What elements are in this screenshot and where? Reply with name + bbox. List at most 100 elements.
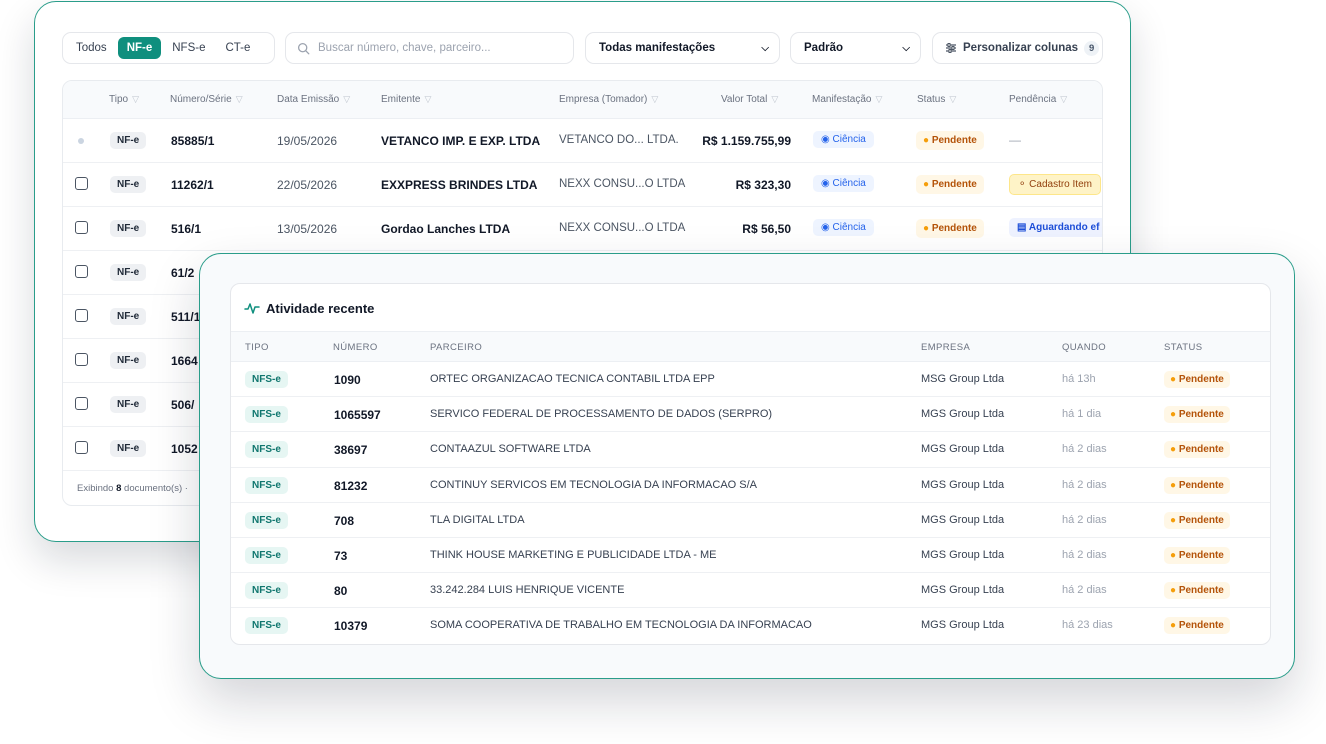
col-data[interactable]: Data Emissão ▽ xyxy=(277,94,350,105)
col-parceiro: PARCEIRO xyxy=(430,342,483,353)
empresa: NEXX CONSU...O LTDA xyxy=(559,178,686,190)
quando: há 23 dias xyxy=(1062,619,1113,632)
view-select[interactable]: Padrão ⌵ xyxy=(790,32,921,64)
col-emitente[interactable]: Emitente ▽ xyxy=(381,94,431,105)
filter-icon: ▽ xyxy=(424,94,432,104)
col-manifestacao[interactable]: Manifestação ▽ xyxy=(812,94,882,105)
filter-nfe[interactable]: NF-e xyxy=(117,37,162,59)
activity-row[interactable]: NFS-e 1065597 SERVICO FEDERAL DE PROCESS… xyxy=(231,397,1270,433)
customize-columns-label: Personalizar colunas xyxy=(963,42,1079,54)
row-checkbox[interactable] xyxy=(75,221,88,234)
activity-row[interactable]: NFS-e 10379 SOMA COOPERATIVA DE TRABALHO… xyxy=(231,608,1270,643)
col-tipo[interactable]: Tipo ▽ xyxy=(109,94,139,105)
columns-count-badge: 9 xyxy=(1084,40,1100,56)
numero: 506/ xyxy=(171,398,195,412)
empresa: MGS Group Ltda xyxy=(921,513,1005,526)
search-input[interactable] xyxy=(318,42,558,54)
activity-row[interactable]: NFS-e 708 TLA DIGITAL LTDA MGS Group Ltd… xyxy=(231,503,1270,538)
row-checkbox[interactable] xyxy=(75,309,88,322)
parceiro: SOMA COOPERATIVA DE TRABALHO EM TECNOLOG… xyxy=(430,619,812,632)
manifestacao-select-value: Todas manifestações xyxy=(599,42,716,54)
col-pendencia[interactable]: Pendência ▽ xyxy=(1009,94,1067,105)
table-row[interactable]: NF-e 85885/1 19/05/2026 VETANCO IMP. E E… xyxy=(63,119,1102,163)
row-checkbox[interactable] xyxy=(75,353,88,366)
filter-icon: ▽ xyxy=(771,94,779,104)
activity-row[interactable]: NFS-e 38697 CONTAAZUL SOFTWARE LTDA MGS … xyxy=(231,432,1270,468)
chevron-down-icon: ⌵ xyxy=(761,42,769,54)
numero: 61/2 xyxy=(171,266,195,280)
tipo-badge: NF-e xyxy=(110,308,147,325)
col-numero: NÚMERO xyxy=(333,342,378,353)
eye-icon: ◉ xyxy=(821,134,830,145)
tipo-badge: NFS-e xyxy=(245,441,288,459)
manifestacao-badge: ◉ Ciência xyxy=(813,219,874,236)
numero: 73 xyxy=(334,548,348,563)
numero: 708 xyxy=(334,513,355,528)
tipo-badge: NFS-e xyxy=(245,406,288,424)
activity-header: Atividade recente xyxy=(231,284,1270,332)
empresa: MSG Group Ltda xyxy=(921,373,1005,385)
activity-row[interactable]: NFS-e 80 33.242.284 LUIS HENRIQUE VICENT… xyxy=(231,573,1270,609)
empresa: MGS Group Ltda xyxy=(921,443,1005,456)
col-status: STATUS xyxy=(1164,342,1203,353)
empresa: NEXX CONSU...O LTDA xyxy=(559,222,686,234)
table-row[interactable]: NF-e 11262/1 22/05/2026 EXXPRESS BRINDES… xyxy=(63,163,1102,207)
row-checkbox[interactable] xyxy=(75,441,88,454)
activity-panel: Atividade recente TIPO NÚMERO PARCEIRO E… xyxy=(230,283,1271,645)
row-checkbox[interactable] xyxy=(75,265,88,278)
col-empresa[interactable]: Empresa (Tomador) ▽ xyxy=(559,94,658,105)
manifestacao-badge: ◉ Ciência xyxy=(813,175,874,192)
col-valor[interactable]: Valor Total ▽ xyxy=(721,94,778,105)
empresa: MGS Group Ltda xyxy=(921,408,1005,421)
tipo-badge: NFS-e xyxy=(245,511,288,529)
row-indicator xyxy=(78,138,84,144)
filter-icon: ▽ xyxy=(132,94,140,104)
view-select-value: Padrão xyxy=(804,42,843,54)
table-header: Tipo ▽ Número/Série ▽ Data Emissão ▽ Emiten… xyxy=(63,81,1102,119)
row-checkbox[interactable] xyxy=(75,177,88,190)
empresa: MGS Group Ltda xyxy=(921,619,1005,632)
activity-pulse-icon xyxy=(244,303,260,314)
empresa: MGS Group Ltda xyxy=(921,584,1005,597)
status-badge: ● Pendente xyxy=(1164,441,1230,459)
manifestacao-select[interactable]: Todas manifestações ⌵ xyxy=(585,32,780,64)
customize-columns-button[interactable]: Personalizar colunas 9 xyxy=(932,32,1103,64)
numero: 81232 xyxy=(334,478,368,493)
filter-nfse[interactable]: NFS-e xyxy=(163,37,214,59)
filter-todos[interactable]: Todos xyxy=(67,37,116,59)
status-badge: ● Pendente xyxy=(916,219,984,238)
parceiro: 33.242.284 LUIS HENRIQUE VICENTE xyxy=(430,584,625,597)
emitente: EXXPRESS BRINDES LTDA xyxy=(381,178,538,192)
pendencia-badge: ⚬ Cadastro Item xyxy=(1009,174,1101,195)
status-badge: ● Pendente xyxy=(1164,476,1230,494)
status-badge: ● Pendente xyxy=(916,175,984,194)
col-numero[interactable]: Número/Série ▽ xyxy=(170,94,243,105)
activity-row[interactable]: NFS-e 73 THINK HOUSE MARKETING E PUBLICI… xyxy=(231,538,1270,574)
status-badge: ● Pendente xyxy=(1164,546,1230,564)
tipo-badge: NFS-e xyxy=(245,617,288,635)
tipo-badge: NF-e xyxy=(110,440,147,457)
activity-row[interactable]: NFS-e 81232 CONTINUY SERVICOS EM TECNOLO… xyxy=(231,468,1270,503)
row-checkbox[interactable] xyxy=(75,397,88,410)
activity-row[interactable]: NFS-e 1090 ORTEC ORGANIZACAO TECNICA CON… xyxy=(231,362,1270,398)
tipo-badge: NFS-e xyxy=(245,546,288,564)
quando: há 2 dias xyxy=(1062,548,1107,561)
manifestacao-badge: ◉ Ciência xyxy=(813,131,874,148)
document-icon: ▤ xyxy=(1017,222,1027,233)
filter-icon: ▽ xyxy=(343,94,351,104)
pendencia-empty: — xyxy=(1009,133,1021,147)
status-badge: ● Pendente xyxy=(1164,511,1230,529)
tipo-badge: NF-e xyxy=(110,132,147,149)
numero: 1664 xyxy=(171,354,198,368)
col-status[interactable]: Status ▽ xyxy=(917,94,956,105)
doc-type-segmented-control: Todos NF-e NFS-e CT-e xyxy=(62,32,275,64)
filter-icon: ▽ xyxy=(875,94,883,104)
empresa: VETANCO DO... LTDA. xyxy=(559,134,679,146)
pendencia-badge: ▤ Aguardando ef xyxy=(1009,218,1102,237)
parceiro: THINK HOUSE MARKETING E PUBLICIDADE LTDA… xyxy=(430,548,717,561)
quando: há 1 dia xyxy=(1062,408,1102,421)
col-tipo: TIPO xyxy=(245,342,269,353)
activity-card: Atividade recente TIPO NÚMERO PARCEIRO E… xyxy=(199,253,1295,679)
filter-cte[interactable]: CT-e xyxy=(216,37,259,59)
table-row[interactable]: NF-e 516/1 13/05/2026 Gordao Lanches LTD… xyxy=(63,207,1102,251)
